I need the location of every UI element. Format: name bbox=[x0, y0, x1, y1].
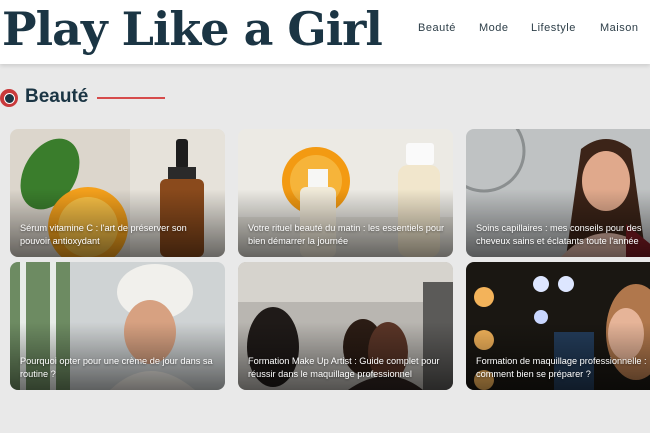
article-title[interactable]: Votre rituel beauté du matin : les essen… bbox=[248, 222, 447, 247]
article-title[interactable]: Sérum vitamine C : l'art de préserver so… bbox=[20, 222, 219, 247]
article-title[interactable]: Pourquoi opter pour une crème de jour da… bbox=[20, 355, 219, 380]
article-card[interactable]: Soins capillaires : mes conseils pour de… bbox=[466, 129, 650, 257]
site-logo[interactable]: Play Like a Girl bbox=[2, 0, 383, 64]
section-title[interactable]: Beauté bbox=[25, 86, 88, 108]
section-divider bbox=[97, 97, 165, 99]
article-title[interactable]: Formation Make Up Artist : Guide complet… bbox=[248, 355, 447, 380]
nav-item-maison[interactable]: Maison bbox=[600, 22, 638, 34]
article-card[interactable]: Pourquoi opter pour une crème de jour da… bbox=[10, 262, 225, 390]
site-header: Play Like a Girl Beauté Mode Lifestyle M… bbox=[0, 0, 650, 64]
article-card[interactable]: Formation de maquillage professionnelle … bbox=[466, 262, 650, 390]
category-badge-icon bbox=[0, 89, 18, 107]
nav-item-beaute[interactable]: Beauté bbox=[418, 22, 456, 34]
nav-item-mode[interactable]: Mode bbox=[479, 22, 509, 34]
article-title[interactable]: Formation de maquillage professionnelle … bbox=[476, 355, 650, 380]
nav-item-lifestyle[interactable]: Lifestyle bbox=[531, 22, 576, 34]
article-card[interactable]: Sérum vitamine C : l'art de préserver so… bbox=[10, 129, 225, 257]
article-title[interactable]: Soins capillaires : mes conseils pour de… bbox=[476, 222, 650, 247]
article-card[interactable]: Formation Make Up Artist : Guide complet… bbox=[238, 262, 453, 390]
article-card[interactable]: Votre rituel beauté du matin : les essen… bbox=[238, 129, 453, 257]
